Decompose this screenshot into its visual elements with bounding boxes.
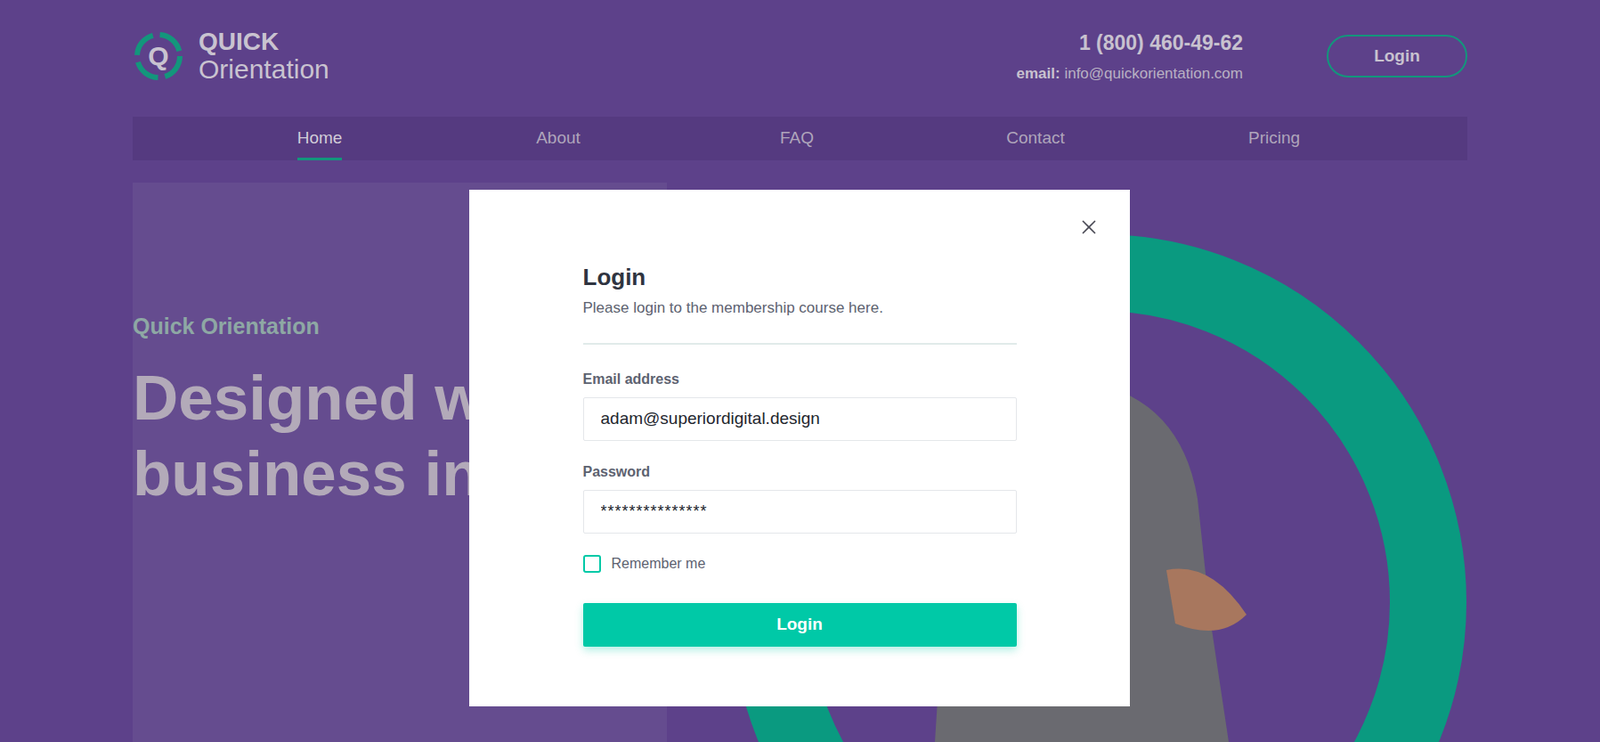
logo-subtitle: Orientation: [198, 56, 330, 83]
login-submit-button[interactable]: Login: [583, 602, 1017, 647]
nav-item[interactable]: Home: [297, 116, 343, 161]
nav-item[interactable]: Pricing: [1248, 116, 1300, 161]
divider: [583, 342, 1017, 345]
password-input[interactable]: [583, 489, 1017, 534]
email[interactable]: email: info@quickorientation.com: [1016, 62, 1243, 86]
field-label: Email address: [583, 368, 1017, 390]
nav-item[interactable]: About: [536, 116, 581, 161]
logo-title: QUICK: [198, 29, 330, 55]
logo[interactable]: Q QUICKOrientation: [132, 29, 330, 83]
remember-checkbox[interactable]: [583, 554, 602, 573]
page: Q QUICKOrientation 1 (800) 460-49-62 email:…: [0, 0, 1600, 742]
close-button[interactable]: [1074, 212, 1104, 242]
email-input[interactable]: [583, 397, 1017, 441]
modal-title: Login: [583, 262, 1017, 292]
modal-subtitle: Please login to the membership course he…: [583, 296, 1017, 320]
login-form: Login Please login to the membership cour…: [583, 189, 1017, 707]
close-icon: [1077, 215, 1101, 239]
nav-item[interactable]: FAQ: [779, 116, 814, 161]
remember-me[interactable]: Remember me: [583, 552, 1017, 575]
form-field: Email address: [583, 368, 1017, 441]
header: Q QUICKOrientation 1 (800) 460-49-62 email:…: [132, 0, 1468, 117]
nav-bar: Home About FAQ Contact Pricing: [132, 116, 1468, 161]
nav-item[interactable]: Contact: [1006, 116, 1064, 161]
logo-mark: Q: [132, 30, 185, 82]
login-modal: Login Please login to the membership cour…: [469, 189, 1130, 707]
header-login-button[interactable]: Login: [1326, 34, 1468, 78]
nav-active-indicator: [297, 157, 343, 161]
contact-info: 1 (800) 460-49-62 email: info@quickorient…: [1016, 27, 1243, 85]
form-field: Password: [583, 461, 1017, 534]
phone[interactable]: 1 (800) 460-49-62: [1079, 27, 1243, 59]
field-label: Password: [583, 461, 1017, 483]
